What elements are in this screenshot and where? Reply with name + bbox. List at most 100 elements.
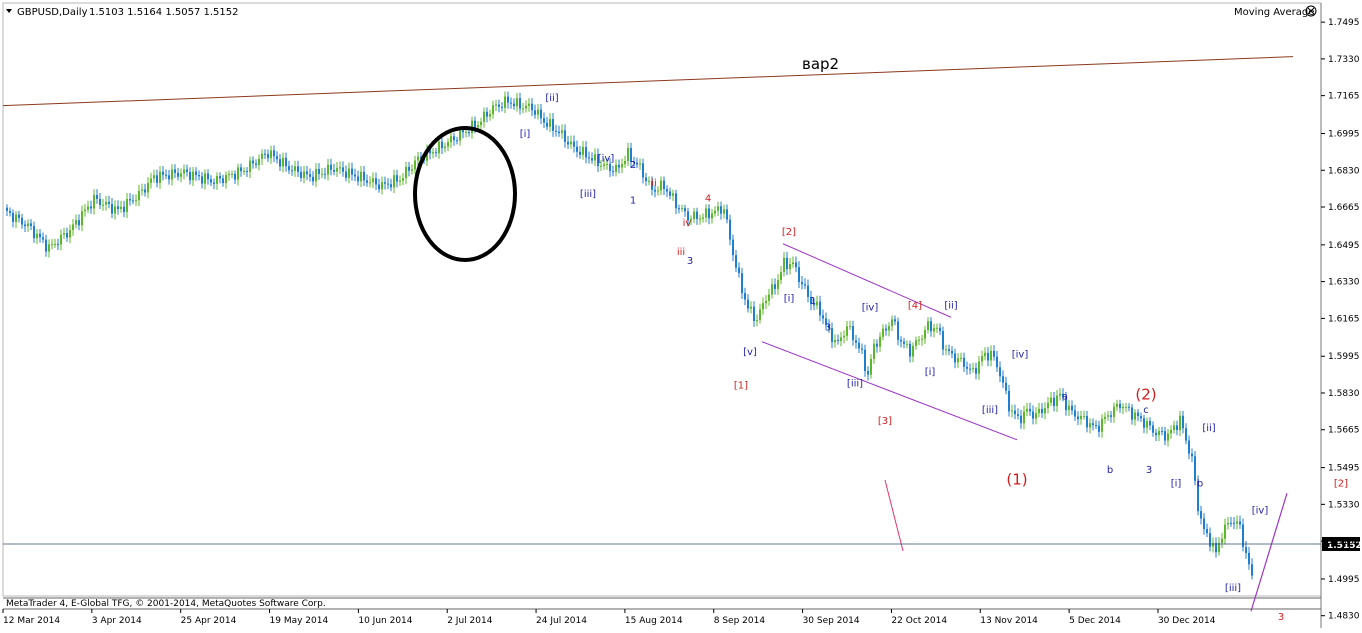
candle-body [330, 164, 332, 170]
candle-body [663, 180, 665, 190]
candle-body [1071, 405, 1073, 411]
candle-body [147, 182, 149, 193]
y-tick-label: 1.5330 [1328, 500, 1360, 510]
candle-body [945, 349, 947, 351]
candle-body [759, 309, 761, 321]
candle-body [954, 353, 956, 363]
candle-body [648, 180, 650, 182]
candle-body [390, 184, 392, 188]
candle-body [567, 141, 569, 145]
candle-body [498, 104, 500, 107]
candle-body [1011, 410, 1013, 412]
candle-body [855, 340, 857, 343]
candle-body [381, 182, 383, 190]
candle-body [1248, 552, 1250, 565]
candle-body [1233, 522, 1235, 524]
candle-body [741, 273, 743, 294]
candle-body [24, 224, 26, 227]
candle-body [921, 338, 923, 340]
candle-body [1110, 415, 1112, 417]
candle-body [216, 176, 218, 184]
candle-body [345, 171, 347, 178]
candle-body [123, 206, 125, 213]
candle-body [1023, 411, 1025, 424]
x-tick-label: 15 Aug 2014 [625, 616, 683, 626]
candle-body [918, 339, 920, 341]
candle-body [66, 233, 68, 238]
candle-body [207, 173, 209, 180]
indicator-label[interactable]: Moving Average [1234, 7, 1314, 18]
candle-body [441, 141, 443, 149]
candle-body [15, 214, 17, 222]
candle-body [357, 176, 359, 182]
candle-body [255, 163, 257, 165]
candle-body [318, 168, 320, 175]
candle-body [111, 203, 113, 214]
candle-body [141, 189, 143, 191]
candle-body [699, 218, 701, 220]
candle-body [801, 281, 803, 285]
candle-body [588, 157, 590, 159]
candle-body [354, 174, 356, 177]
wave-label: c [1143, 405, 1149, 416]
candle-body [714, 210, 716, 214]
candle-body [573, 141, 575, 147]
candle-body [996, 356, 998, 368]
candle-body [399, 180, 401, 182]
price-chart[interactable]: вар2 1.5152 [ii][i][iv][iii]21ii4iviii3[… [0, 0, 1362, 633]
candle-body [642, 163, 644, 178]
wave-label: 4 [705, 193, 711, 204]
candle-body [978, 361, 980, 374]
candle-body [285, 157, 287, 167]
candle-body [696, 211, 698, 219]
wave-label: [i] [520, 129, 531, 140]
candle-body [438, 141, 440, 154]
candle-body [114, 206, 116, 214]
candle-body [1245, 547, 1247, 553]
candle-body [783, 257, 785, 272]
candle-body [477, 125, 479, 128]
candle-body [1101, 418, 1103, 432]
candle-body [1206, 529, 1208, 534]
candle-body [924, 329, 926, 339]
wave-label: [ii] [944, 300, 957, 311]
candle-body [957, 358, 959, 363]
wave-label: 3 [825, 323, 831, 334]
candle-body [63, 233, 65, 235]
candle-body [534, 110, 536, 115]
candle-body [1020, 415, 1022, 424]
candle-body [366, 180, 368, 183]
candle-body [90, 206, 92, 209]
candle-body [942, 331, 944, 350]
candle-body [777, 280, 779, 289]
candle-body [135, 200, 137, 202]
candle-body [393, 175, 395, 188]
candle-body [456, 140, 458, 142]
candle-body [1146, 421, 1148, 428]
candle-body [51, 244, 53, 246]
candle-body [300, 171, 302, 178]
wave-label: 3 [1278, 612, 1284, 623]
candle-body [324, 173, 326, 175]
candle-body [708, 208, 710, 219]
candle-body [339, 167, 341, 169]
candle-body [798, 267, 800, 282]
candle-body [819, 301, 821, 316]
candle-body [192, 171, 194, 181]
candle-body [237, 167, 239, 180]
candle-body [891, 319, 893, 327]
candle-body [1005, 382, 1007, 391]
candle-body [327, 164, 329, 175]
candle-body [378, 184, 380, 190]
candle-body [846, 326, 848, 336]
candle-body [984, 352, 986, 357]
candle-body [1014, 410, 1016, 415]
candle-body [564, 130, 566, 142]
candle-body [726, 209, 728, 220]
wave-label: [1] [734, 381, 748, 392]
candle-body [750, 306, 752, 309]
wave-label: iv [683, 218, 692, 229]
wave-label: [iv] [1252, 505, 1269, 516]
candle-body [549, 119, 551, 127]
candle-body [333, 169, 335, 172]
